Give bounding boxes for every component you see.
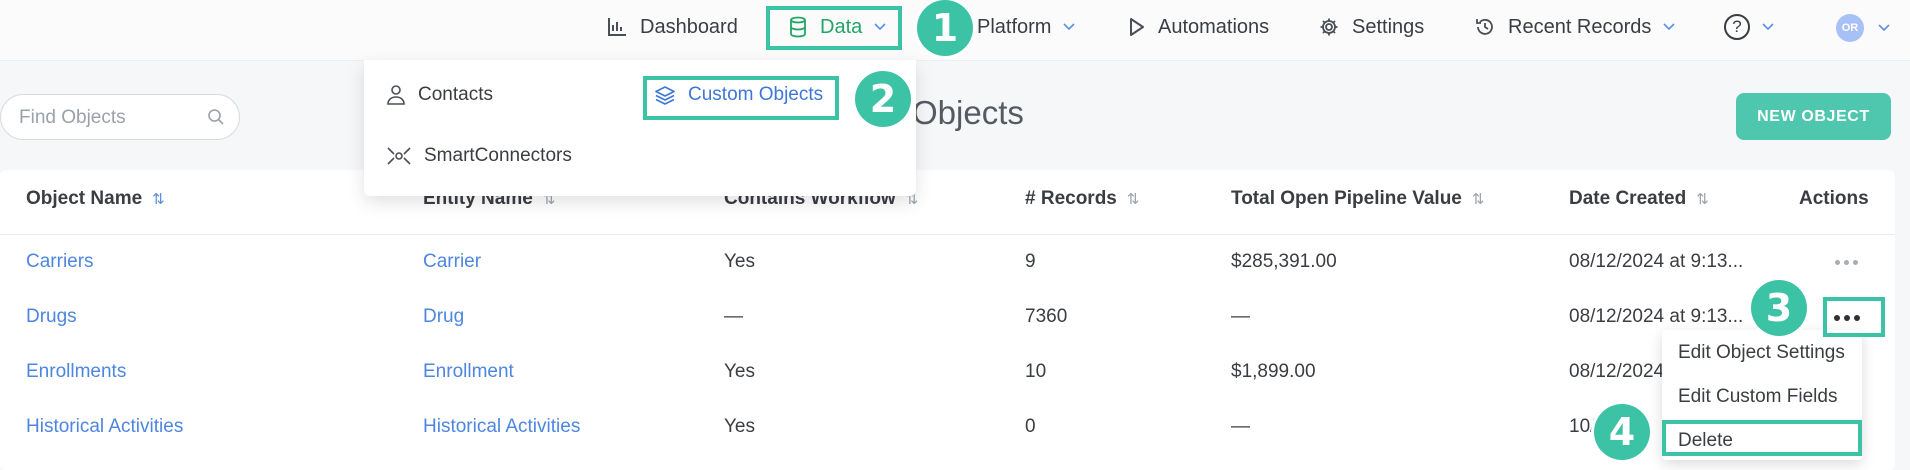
menu-item-delete[interactable]: Delete <box>1678 430 1733 452</box>
history-icon <box>1476 19 1493 35</box>
help-menu[interactable]: ? <box>1724 0 1774 54</box>
row-actions-menu: Edit Object Settings Edit Custom Fields … <box>1662 330 1862 460</box>
chevron-down-icon <box>874 23 886 31</box>
object-name-link[interactable]: Drugs <box>26 289 77 344</box>
help-icon: ? <box>1724 14 1750 40</box>
workflow-cell: Yes <box>724 415 755 437</box>
column-header-date-created[interactable]: Date Created ⇅ <box>1569 188 1709 210</box>
menu-item-edit-custom-fields[interactable]: Edit Custom Fields <box>1678 386 1837 408</box>
object-name-link[interactable]: Carriers <box>26 234 94 289</box>
sort-icon[interactable]: ⇅ <box>1472 190 1485 208</box>
chevron-down-icon <box>1063 23 1076 31</box>
table-row: Drugs Drug — 7360 — 08/12/2024 at 9:13..… <box>0 289 1895 344</box>
column-header-label: Date Created <box>1569 188 1687 209</box>
nav-settings[interactable]: Settings <box>1318 0 1424 54</box>
records-cell: 10 <box>1025 360 1047 382</box>
date-created-cell: 10/ <box>1569 415 1596 437</box>
object-name-link[interactable]: Historical Activities <box>26 399 183 454</box>
date-created-cell: 08/12/2024 at 9:13... <box>1569 250 1744 272</box>
workflow-cell: — <box>724 305 743 327</box>
person-icon <box>387 85 405 105</box>
nav-data-label: Data <box>820 15 863 38</box>
row-actions-button[interactable] <box>1835 260 1858 265</box>
search-box <box>0 94 240 140</box>
pipeline-cell: — <box>1231 305 1250 327</box>
row-actions-button[interactable] <box>1834 315 1860 321</box>
date-created-cell: 08/12/2024 <box>1569 360 1665 382</box>
workflow-cell: Yes <box>724 250 755 272</box>
entity-name-link[interactable]: Drug <box>423 289 464 344</box>
step-badge-2: 2 <box>855 71 911 127</box>
menu-item-edit-object-settings[interactable]: Edit Object Settings <box>1678 342 1845 364</box>
step-badge-3: 3 <box>1751 280 1807 336</box>
avatar[interactable]: OR <box>1836 14 1864 42</box>
column-header-records[interactable]: # Records ⇅ <box>1025 188 1139 210</box>
page-title: Objects <box>912 94 1024 131</box>
nav-dashboard[interactable]: Dashboard <box>606 0 738 54</box>
step-badge-4: 4 <box>1594 404 1650 460</box>
search-input[interactable] <box>17 106 201 130</box>
entity-name-link[interactable]: Enrollment <box>423 344 514 399</box>
chevron-down-icon <box>1762 23 1774 31</box>
nav-settings-label: Settings <box>1352 15 1425 38</box>
column-header-label: Object Name <box>26 188 143 209</box>
column-header-label: Total Open Pipeline Value <box>1231 188 1462 209</box>
nav-platform[interactable]: Platform <box>977 0 1076 54</box>
menu-item-custom-objects[interactable]: Custom Objects <box>654 84 823 106</box>
workflow-cell: Yes <box>724 360 755 382</box>
sort-icon[interactable]: ⇅ <box>1696 190 1709 208</box>
play-icon <box>1130 18 1144 36</box>
object-name-link[interactable]: Enrollments <box>26 344 126 399</box>
column-header-label: Actions <box>1799 188 1869 209</box>
entity-name-link[interactable]: Carrier <box>423 234 481 289</box>
pipeline-cell: $285,391.00 <box>1231 250 1337 272</box>
menu-item-contacts[interactable]: Contacts <box>386 84 493 106</box>
column-header-pipeline[interactable]: Total Open Pipeline Value ⇅ <box>1231 188 1484 210</box>
nav-data[interactable]: Data <box>788 0 886 54</box>
menu-item-label: SmartConnectors <box>424 145 572 166</box>
nav-platform-label: Platform <box>977 15 1052 38</box>
records-cell: 0 <box>1025 415 1036 437</box>
column-header-actions: Actions <box>1799 188 1869 210</box>
nav-automations[interactable]: Automations <box>1128 0 1269 54</box>
nav-recent-label: Recent Records <box>1508 15 1652 38</box>
connector-icon <box>387 147 411 165</box>
records-cell: 7360 <box>1025 305 1068 327</box>
sort-icon[interactable]: ⇅ <box>1127 190 1140 208</box>
menu-item-smartconnectors[interactable]: SmartConnectors <box>386 145 572 167</box>
chevron-down-icon <box>1663 23 1675 31</box>
nav-recent-records[interactable]: Recent Records <box>1474 0 1675 54</box>
table-row: Enrollments Enrollment Yes 10 $1,899.00 … <box>0 344 1895 399</box>
nav-dashboard-label: Dashboard <box>640 15 738 38</box>
column-header-label: # Records <box>1025 188 1117 209</box>
menu-item-label: Custom Objects <box>688 84 824 105</box>
nav-automations-label: Automations <box>1158 15 1270 38</box>
new-object-button[interactable]: NEW OBJECT <box>1736 93 1891 140</box>
search-icon[interactable] <box>207 108 225 126</box>
chevron-down-icon[interactable] <box>1878 24 1890 32</box>
step-badge-1: 1 <box>917 0 973 56</box>
menu-item-label: Contacts <box>418 84 493 105</box>
table-row: Carriers Carrier Yes 9 $285,391.00 08/12… <box>0 234 1895 289</box>
records-cell: 9 <box>1025 250 1036 272</box>
chart-icon <box>608 18 626 36</box>
sort-icon[interactable]: ⇅ <box>152 190 165 208</box>
column-header-object-name[interactable]: Object Name ⇅ <box>26 188 165 210</box>
pipeline-cell: — <box>1231 415 1250 437</box>
layers-icon <box>655 86 675 105</box>
database-icon <box>790 16 806 38</box>
gear-icon <box>1320 18 1338 36</box>
pipeline-cell: $1,899.00 <box>1231 360 1316 382</box>
data-dropdown-menu: Contacts Custom Objects SmartConnectors <box>364 60 916 196</box>
entity-name-link[interactable]: Historical Activities <box>423 399 580 454</box>
